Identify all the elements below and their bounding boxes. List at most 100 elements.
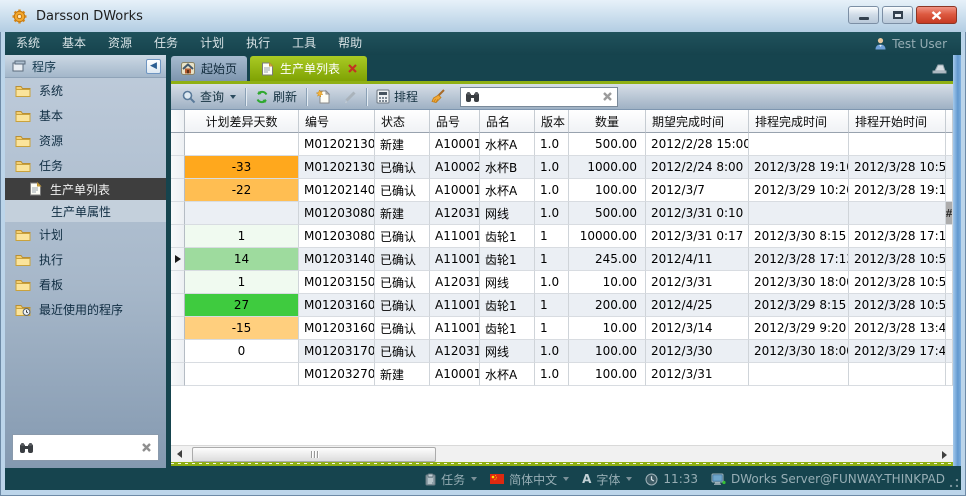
table-cell[interactable]: 齿轮1 [480, 225, 535, 248]
menu-item-tools[interactable]: 工具 [281, 32, 327, 55]
table-cell[interactable]: 网线 [480, 202, 535, 225]
table-cell[interactable]: M012031602 [299, 317, 375, 340]
table-row[interactable]: 1M012031501已确认A12031网线1.010.002012/3/312… [171, 271, 953, 294]
table-row[interactable]: -22M012021401已确认A10001水杯A1.0100.002012/3… [171, 179, 953, 202]
table-cell[interactable]: 水杯A [480, 179, 535, 202]
table-cell[interactable]: 27 [185, 294, 299, 317]
table-cell[interactable]: 齿轮1 [480, 294, 535, 317]
column-header-schedule-start-time[interactable]: 排程开始时间 [849, 110, 946, 133]
sidebar-item-recent-programs[interactable]: 最近使用的程序 [5, 297, 166, 322]
table-cell[interactable] [946, 225, 953, 248]
table-cell[interactable]: 已确认 [375, 317, 430, 340]
column-header-plan-diff-days[interactable]: 计划差异天数 [185, 110, 299, 133]
table-cell[interactable]: A11001 [430, 225, 480, 248]
table-cell[interactable]: A10001 [430, 363, 480, 386]
table-cell[interactable]: M012031601 [299, 294, 375, 317]
table-cell[interactable] [749, 202, 849, 225]
table-cell[interactable]: 水杯A [480, 363, 535, 386]
table-cell[interactable]: 500.00 [569, 202, 646, 225]
table-cell[interactable] [849, 133, 946, 156]
table-row[interactable]: -15M012031602已确认A11001齿轮1110.002012/3/14… [171, 317, 953, 340]
column-header-schedule-finish-time[interactable]: 排程完成时间 [749, 110, 849, 133]
clear-search-icon[interactable] [141, 442, 152, 453]
table-cell[interactable]: 2012/3/31 [646, 271, 749, 294]
table-row[interactable]: 27M012031601已确认A11001齿轮11200.002012/4/25… [171, 294, 953, 317]
table-cell[interactable]: 新建 [375, 133, 430, 156]
sidebar-item-tasks[interactable]: 任务 [5, 153, 166, 178]
clear-grid-search-icon[interactable] [602, 91, 613, 102]
table-row[interactable]: 0M012031701已确认A12031网线1.0100.002012/3/30… [171, 340, 953, 363]
menu-item-basic[interactable]: 基本 [51, 32, 97, 55]
table-cell[interactable]: 1.0 [535, 271, 569, 294]
scroll-right-button[interactable] [936, 446, 953, 463]
table-row[interactable]: M012030801新建A12031网线1.0500.002012/3/31 0… [171, 202, 953, 225]
scroll-left-button[interactable] [171, 446, 188, 463]
menu-item-planning[interactable]: 计划 [189, 32, 235, 55]
table-cell[interactable]: 2012/3/28 10:52 [849, 156, 946, 179]
table-cell[interactable]: A11001 [430, 317, 480, 340]
table-cell[interactable]: 水杯B [480, 156, 535, 179]
table-cell[interactable]: M012030801 [299, 202, 375, 225]
sidebar-item-basic[interactable]: 基本 [5, 103, 166, 128]
table-cell[interactable]: -22 [185, 179, 299, 202]
row-indicator[interactable] [171, 225, 185, 248]
row-indicator[interactable] [171, 133, 185, 156]
table-cell[interactable]: A12031 [430, 340, 480, 363]
table-cell[interactable]: 2012/2/28 15:00 [646, 133, 749, 156]
table-cell[interactable]: -33 [185, 156, 299, 179]
column-header-order-no[interactable]: 编号 [299, 110, 375, 133]
table-row[interactable]: 14M012031402已确认A11001齿轮11245.002012/4/11… [171, 248, 953, 271]
table-cell[interactable]: 网线 [480, 271, 535, 294]
menu-item-system[interactable]: 系统 [5, 32, 51, 55]
table-cell[interactable]: 1 [535, 317, 569, 340]
table-cell[interactable]: 2012/3/14 [646, 317, 749, 340]
table-cell[interactable]: 2012/3/28 17:13 [749, 248, 849, 271]
table-cell[interactable]: 1 [535, 248, 569, 271]
table-cell[interactable]: 齿轮1 [480, 317, 535, 340]
table-cell[interactable]: 2012/4/11 [646, 248, 749, 271]
table-cell[interactable]: 水杯A [480, 133, 535, 156]
table-cell[interactable]: 1.0 [535, 133, 569, 156]
table-row[interactable]: M012032701新建A10001水杯A1.0100.002012/3/31 [171, 363, 953, 386]
maximize-button[interactable] [882, 6, 913, 24]
table-cell[interactable]: 2012/3/31 0:10 [646, 202, 749, 225]
table-cell[interactable]: 2012/3/29 9:20 [749, 317, 849, 340]
table-cell[interactable]: 100.00 [569, 363, 646, 386]
row-indicator[interactable] [171, 271, 185, 294]
table-cell[interactable]: 1.0 [535, 202, 569, 225]
status-task-menu[interactable]: 任务 [425, 471, 477, 488]
grid-search-input[interactable] [484, 90, 602, 104]
query-dropdown-caret[interactable] [230, 95, 236, 99]
table-cell[interactable]: 2012/3/28 19:10 [849, 179, 946, 202]
table-cell[interactable]: 网线 [480, 340, 535, 363]
edit-button[interactable] [337, 86, 363, 108]
table-cell[interactable]: 100.00 [569, 340, 646, 363]
table-cell[interactable]: 1.0 [535, 156, 569, 179]
refresh-button[interactable]: 刷新 [249, 86, 303, 108]
status-font-menu[interactable]: A 字体 [582, 471, 632, 488]
table-cell[interactable]: 2012/3/28 13:40 [849, 317, 946, 340]
column-header-item-name[interactable]: 品名 [480, 110, 535, 133]
table-cell[interactable]: 245.00 [569, 248, 646, 271]
row-indicator[interactable] [171, 156, 185, 179]
row-indicator[interactable] [171, 340, 185, 363]
table-cell[interactable] [185, 363, 299, 386]
table-cell[interactable]: 新建 [375, 363, 430, 386]
table-cell[interactable]: 1.0 [535, 340, 569, 363]
sidebar-collapse-button[interactable]: ◀ [146, 59, 161, 74]
schedule-button[interactable]: 排程 [370, 86, 424, 108]
clear-schedule-button[interactable] [424, 86, 452, 108]
table-cell[interactable] [849, 363, 946, 386]
table-cell[interactable] [946, 340, 953, 363]
table-cell[interactable] [749, 133, 849, 156]
table-cell[interactable] [185, 202, 299, 225]
table-cell[interactable]: A11001 [430, 248, 480, 271]
table-cell[interactable] [185, 133, 299, 156]
table-cell[interactable]: 已确认 [375, 225, 430, 248]
table-cell[interactable]: # [946, 202, 953, 225]
menu-item-tasks[interactable]: 任务 [143, 32, 189, 55]
column-header-status[interactable]: 状态 [375, 110, 430, 133]
table-cell[interactable]: M012031701 [299, 340, 375, 363]
row-indicator[interactable] [171, 179, 185, 202]
current-row-indicator[interactable] [171, 248, 185, 271]
